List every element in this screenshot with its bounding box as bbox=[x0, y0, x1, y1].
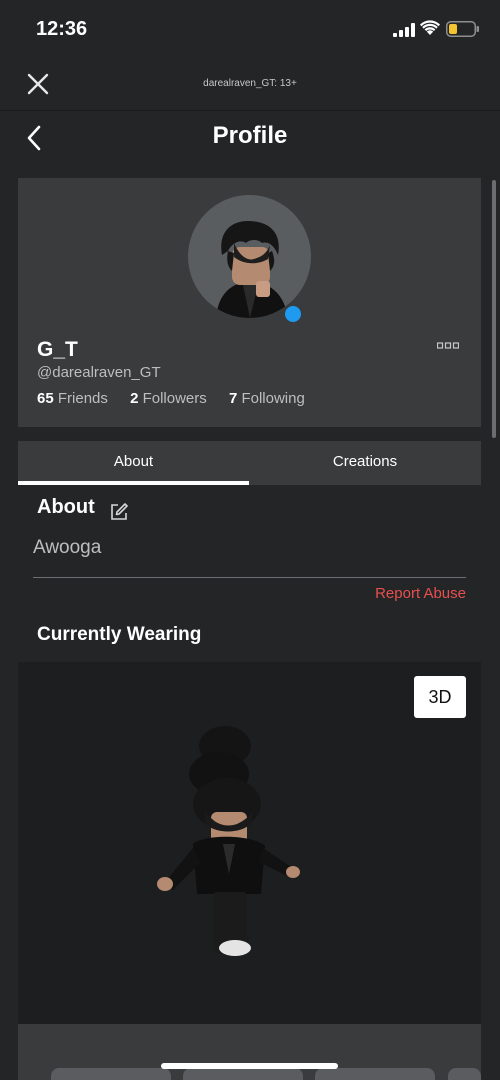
tab-about-label: About bbox=[113, 453, 154, 470]
avatar-image bbox=[188, 195, 311, 318]
avatar-headshot-icon bbox=[216, 221, 288, 318]
signal-icon bbox=[393, 23, 415, 37]
profile-stats: 65 Friends 2 Followers 7 Following bbox=[37, 390, 323, 407]
wearing-item-thumbnail[interactable] bbox=[448, 1068, 481, 1080]
tab-creations-label: Creations bbox=[332, 453, 398, 470]
avatar-3d-viewer[interactable]: 3D bbox=[18, 662, 481, 1024]
followers-stat[interactable]: 2 Followers bbox=[130, 390, 207, 407]
tab-about[interactable]: About bbox=[18, 441, 249, 485]
friends-count: 65 bbox=[37, 390, 54, 407]
edit-icon[interactable] bbox=[109, 502, 129, 522]
display-name: G_T bbox=[37, 338, 78, 361]
scrollbar[interactable] bbox=[492, 180, 496, 438]
wearing-item-thumbnail[interactable] bbox=[183, 1068, 303, 1080]
online-status-dot bbox=[283, 304, 303, 324]
wearing-items-strip bbox=[18, 1024, 481, 1080]
avatar-figure-icon bbox=[157, 726, 300, 956]
report-abuse-link[interactable]: Report Abuse bbox=[375, 585, 466, 602]
following-stat[interactable]: 7 Following bbox=[229, 390, 305, 407]
friends-label: Friends bbox=[57, 390, 108, 407]
battery-icon bbox=[446, 21, 479, 37]
wearing-item-thumbnail[interactable] bbox=[315, 1068, 435, 1080]
tab-active-indicator bbox=[18, 481, 249, 485]
friends-stat[interactable]: 65 Friends bbox=[37, 390, 108, 407]
view-3d-button[interactable]: 3D bbox=[414, 676, 466, 718]
currently-wearing-heading: Currently Wearing bbox=[37, 624, 202, 645]
following-count: 7 bbox=[228, 390, 238, 407]
browser-title: darealraven_GT: 13+ bbox=[203, 78, 297, 89]
followers-label: Followers bbox=[142, 390, 207, 407]
status-bar: 12:36 bbox=[0, 0, 500, 58]
divider bbox=[33, 577, 466, 578]
page-header: Profile bbox=[0, 112, 500, 164]
username: @darealraven_GT bbox=[37, 364, 161, 381]
profile-tabs: About Creations bbox=[18, 441, 481, 485]
profile-card: G_T @darealraven_GT 65 Friends 2 Followe… bbox=[18, 178, 481, 427]
followers-count: 2 bbox=[130, 390, 139, 407]
page-title: Profile bbox=[212, 122, 288, 149]
wifi-icon bbox=[420, 20, 440, 35]
wearing-item-thumbnail[interactable] bbox=[51, 1068, 171, 1080]
avatar[interactable] bbox=[188, 195, 311, 324]
about-text: Awooga bbox=[33, 537, 102, 558]
browser-top-bar: darealraven_GT: 13+ bbox=[0, 58, 500, 111]
status-time: 12:36 bbox=[36, 18, 88, 40]
about-heading: About bbox=[37, 496, 95, 518]
more-icon[interactable] bbox=[437, 342, 459, 350]
screen: 12:36 darealraven_GT: 13+ Profile G_T @d… bbox=[0, 0, 500, 1080]
home-indicator[interactable] bbox=[161, 1063, 338, 1069]
following-label: Following bbox=[241, 390, 305, 407]
tab-creations[interactable]: Creations bbox=[249, 441, 481, 485]
